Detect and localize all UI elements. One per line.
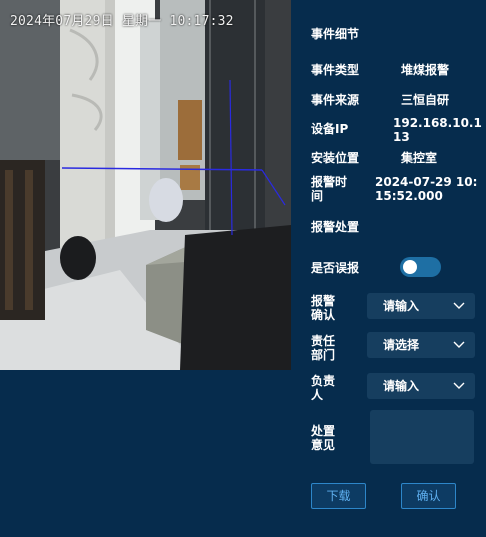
download-button[interactable]: 下载: [311, 483, 366, 509]
alarm-confirm-label-line2: 确认: [311, 308, 336, 322]
device-ip-value: 192.168.10.1 13: [393, 116, 482, 144]
responsible-dept-select[interactable]: 请选择: [367, 332, 475, 358]
responsible-person-label-line1: 负责: [311, 374, 336, 388]
event-source-value: 三恒自研: [401, 93, 450, 107]
responsible-person-label: 负责 人: [311, 374, 335, 402]
responsible-person-value: 请输入: [383, 379, 420, 393]
chevron-down-icon: [453, 341, 465, 348]
handling-opinion-label: 处置 意见: [311, 424, 335, 452]
alarm-confirm-label-line1: 报警: [311, 294, 336, 308]
confirm-button[interactable]: 确认: [401, 483, 456, 509]
event-details-title: 事件细节: [311, 27, 360, 41]
responsible-dept-label: 责任 部门: [311, 334, 335, 362]
responsible-person-label-line2: 人: [311, 388, 324, 402]
responsible-dept-value: 请选择: [383, 338, 420, 352]
handling-opinion-textarea[interactable]: [370, 410, 474, 464]
alarm-time-label: 报警时 间: [311, 175, 347, 203]
responsible-dept-label-line1: 责任: [311, 334, 336, 348]
camera-timestamp: 2024年07月29日 星期一 10:17:32: [10, 14, 234, 29]
device-ip-label: 设备IP: [311, 122, 349, 136]
chevron-down-icon: [453, 382, 465, 389]
camera-feed: 2024年07月29日 星期一 10:17:32: [0, 0, 291, 370]
alarm-time-value: 2024-07-29 10: 15:52.000: [375, 175, 477, 203]
camera-image: [0, 0, 291, 370]
chevron-down-icon: [453, 302, 465, 309]
responsible-person-select[interactable]: 请输入: [367, 373, 475, 399]
handling-opinion-label-line1: 处置: [311, 424, 336, 438]
event-source-label: 事件来源: [311, 93, 360, 107]
alarm-confirm-select[interactable]: 请输入: [367, 293, 475, 319]
alarm-time-label-line2: 间: [311, 189, 324, 203]
alarm-time-value-line2: 15:52.000: [375, 189, 443, 203]
alarm-confirm-label: 报警 确认: [311, 294, 335, 322]
event-panel: 事件细节 事件类型 堆煤报警 事件来源 三恒自研 设备IP 192.168.10…: [300, 0, 486, 537]
install-location-label: 安装位置: [311, 151, 360, 165]
alarm-time-value-line1: 2024-07-29 10:: [375, 175, 478, 189]
alarm-confirm-value: 请输入: [383, 299, 420, 313]
alarm-time-label-line1: 报警时: [311, 175, 348, 189]
responsible-dept-label-line2: 部门: [311, 348, 336, 362]
misreport-label: 是否误报: [311, 261, 360, 275]
misreport-toggle[interactable]: [400, 257, 441, 277]
device-ip-value-line2: 13: [393, 130, 410, 144]
event-type-value: 堆煤报警: [401, 63, 450, 77]
event-type-label: 事件类型: [311, 63, 360, 77]
install-location-value: 集控室: [401, 151, 438, 165]
toggle-knob: [403, 260, 417, 274]
alarm-handling-title: 报警处置: [311, 220, 360, 234]
device-ip-value-line1: 192.168.10.1: [393, 116, 482, 130]
handling-opinion-label-line2: 意见: [311, 438, 336, 452]
